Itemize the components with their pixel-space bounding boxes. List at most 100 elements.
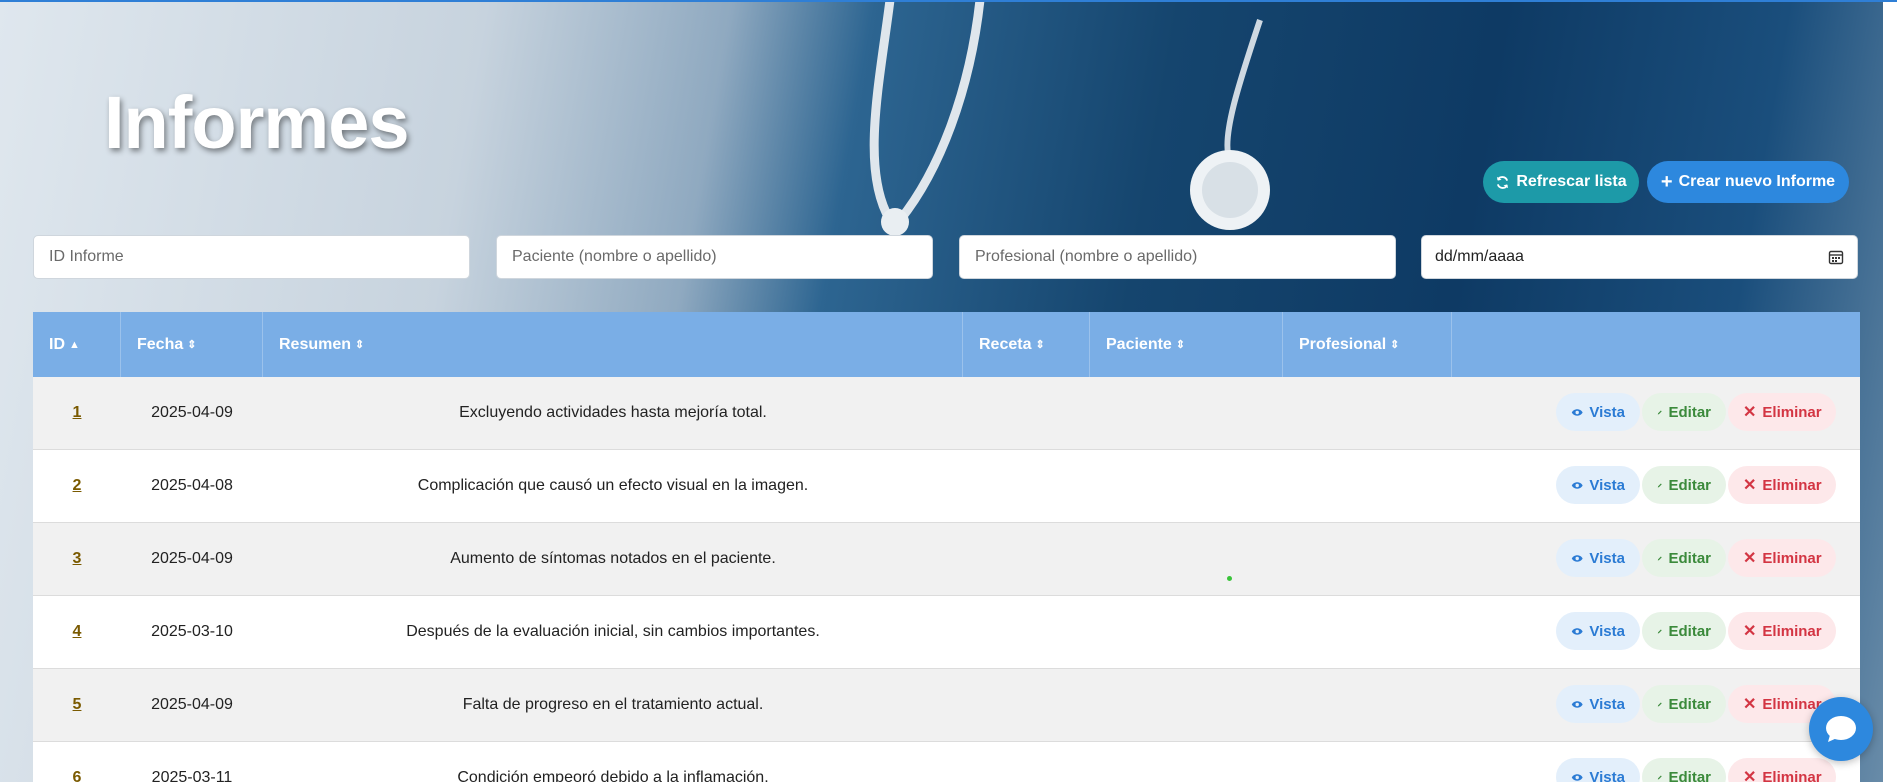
report-id-filter[interactable]	[33, 235, 470, 279]
refresh-icon	[1497, 175, 1509, 189]
table-row: 1 2025-04-09 Excluyendo actividades hasta …	[33, 377, 1860, 450]
col-header-id[interactable]: ID ▲	[33, 312, 121, 377]
pencil-icon	[1657, 629, 1662, 633]
col-header-profesional[interactable]: Profesional ⇕	[1283, 312, 1452, 377]
report-id-link[interactable]: 5	[33, 669, 121, 741]
calendar-icon[interactable]	[1828, 249, 1844, 265]
chat-button[interactable]	[1809, 697, 1873, 761]
view-button[interactable]: Vista	[1556, 539, 1640, 577]
close-icon: ✕	[1743, 769, 1757, 782]
report-date: 2025-03-10	[151, 623, 233, 640]
row-actions: Vista Editar ✕ Eliminar	[1556, 685, 1836, 723]
pencil-icon	[1657, 775, 1662, 779]
sort-icon: ⇕	[1035, 339, 1045, 351]
edit-button[interactable]: Editar	[1642, 539, 1726, 577]
view-button[interactable]: Vista	[1556, 612, 1640, 650]
row-actions: Vista Editar ✕ Eliminar	[1556, 758, 1836, 782]
view-button[interactable]: Vista	[1556, 466, 1640, 504]
report-summary: Falta de progreso en el tratamiento actu…	[462, 696, 764, 713]
report-id-link[interactable]: 6	[33, 742, 121, 782]
delete-button[interactable]: ✕ Eliminar	[1728, 393, 1836, 431]
delete-button[interactable]: ✕ Eliminar	[1728, 758, 1836, 782]
edit-button[interactable]: Editar	[1642, 393, 1726, 431]
top-accent-border	[0, 0, 1897, 2]
delete-label: Eliminar	[1762, 622, 1822, 640]
edit-label: Editar	[1668, 549, 1711, 567]
edit-label: Editar	[1668, 768, 1711, 782]
status-dot	[1227, 576, 1232, 581]
eye-icon	[1571, 773, 1583, 781]
refresh-list-button[interactable]: Refrescar lista	[1483, 161, 1639, 203]
date-value: dd/mm/aaaa	[1435, 248, 1524, 265]
delete-button[interactable]: ✕ Eliminar	[1728, 612, 1836, 650]
edit-button[interactable]: Editar	[1642, 758, 1726, 782]
report-summary: Después de la evaluación inicial, sin ca…	[406, 623, 820, 640]
delete-button[interactable]: ✕ Eliminar	[1728, 466, 1836, 504]
chat-bubble-icon	[1826, 716, 1856, 742]
sort-asc-icon: ▲	[69, 338, 80, 351]
edit-button[interactable]: Editar	[1642, 466, 1726, 504]
report-id-link[interactable]: 1	[33, 377, 121, 449]
close-icon: ✕	[1743, 696, 1757, 713]
view-button[interactable]: Vista	[1556, 393, 1640, 431]
view-label: Vista	[1589, 476, 1625, 494]
edit-button[interactable]: Editar	[1642, 685, 1726, 723]
view-label: Vista	[1589, 695, 1625, 713]
date-filter[interactable]: dd/mm/aaaa	[1421, 235, 1858, 279]
report-date: 2025-04-08	[151, 477, 233, 494]
refresh-list-label: Refrescar lista	[1516, 173, 1627, 190]
pencil-icon	[1657, 483, 1662, 487]
view-button[interactable]: Vista	[1556, 758, 1640, 782]
sort-icon: ⇕	[1175, 339, 1186, 351]
plus-icon: +	[1660, 171, 1673, 193]
col-header-resumen[interactable]: Resumen ⇕	[263, 312, 963, 377]
view-label: Vista	[1589, 622, 1625, 640]
col-header-paciente[interactable]: Paciente ⇕	[1090, 312, 1283, 377]
table-row: 4 2025-03-10 Después de la evaluación inic…	[33, 596, 1860, 669]
sort-icon: ⇕	[355, 339, 365, 351]
page-scrollbar[interactable]	[1883, 0, 1897, 782]
close-icon: ✕	[1743, 477, 1757, 494]
edit-label: Editar	[1668, 622, 1711, 640]
table-row: 6 2025-03-11 Condición empeoró debido a la…	[33, 742, 1860, 782]
create-report-button[interactable]: + Crear nuevo Informe	[1647, 161, 1849, 203]
view-label: Vista	[1589, 549, 1625, 567]
eye-icon	[1571, 481, 1583, 489]
edit-button[interactable]: Editar	[1642, 612, 1726, 650]
view-label: Vista	[1589, 768, 1625, 782]
reports-table: ID ▲ Fecha ⇕ Resumen ⇕ Receta ⇕ Paciente ⇕ Pr…	[33, 312, 1860, 782]
table-row: 2 2025-04-08 Complicación que causó un efe…	[33, 450, 1860, 523]
delete-label: Eliminar	[1762, 549, 1822, 567]
row-actions: Vista Editar ✕ Eliminar	[1556, 539, 1836, 577]
report-id-link[interactable]: 4	[33, 596, 121, 668]
table-header: ID ▲ Fecha ⇕ Resumen ⇕ Receta ⇕ Paciente ⇕ Pr…	[33, 312, 1860, 377]
report-id-link[interactable]: 2	[33, 450, 121, 522]
pencil-icon	[1657, 702, 1662, 706]
delete-button[interactable]: ✕ Eliminar	[1728, 539, 1836, 577]
professional-filter[interactable]	[959, 235, 1396, 279]
delete-label: Eliminar	[1762, 695, 1822, 713]
professional-input[interactable]	[973, 247, 1382, 267]
sort-icon: ⇕	[187, 339, 197, 351]
view-button[interactable]: Vista	[1556, 685, 1640, 723]
col-header-receta[interactable]: Receta ⇕	[963, 312, 1090, 377]
delete-label: Eliminar	[1762, 768, 1822, 782]
report-summary: Condición empeoró debido a la inflamació…	[457, 769, 769, 782]
eye-icon	[1571, 408, 1583, 416]
delete-label: Eliminar	[1762, 403, 1822, 421]
sort-icon: ⇕	[1390, 339, 1400, 351]
create-report-label: Crear nuevo Informe	[1678, 173, 1836, 190]
report-id-link[interactable]: 3	[33, 523, 121, 595]
col-header-fecha[interactable]: Fecha ⇕	[121, 312, 263, 377]
patient-input[interactable]	[510, 247, 919, 267]
pencil-icon	[1657, 556, 1662, 560]
eye-icon	[1571, 554, 1583, 562]
pencil-icon	[1657, 410, 1662, 414]
report-id-input[interactable]	[47, 247, 456, 267]
edit-label: Editar	[1668, 403, 1711, 421]
view-label: Vista	[1589, 403, 1625, 421]
row-actions: Vista Editar ✕ Eliminar	[1556, 612, 1836, 650]
report-date: 2025-03-11	[151, 769, 233, 782]
patient-filter[interactable]	[496, 235, 933, 279]
close-icon: ✕	[1743, 623, 1757, 640]
